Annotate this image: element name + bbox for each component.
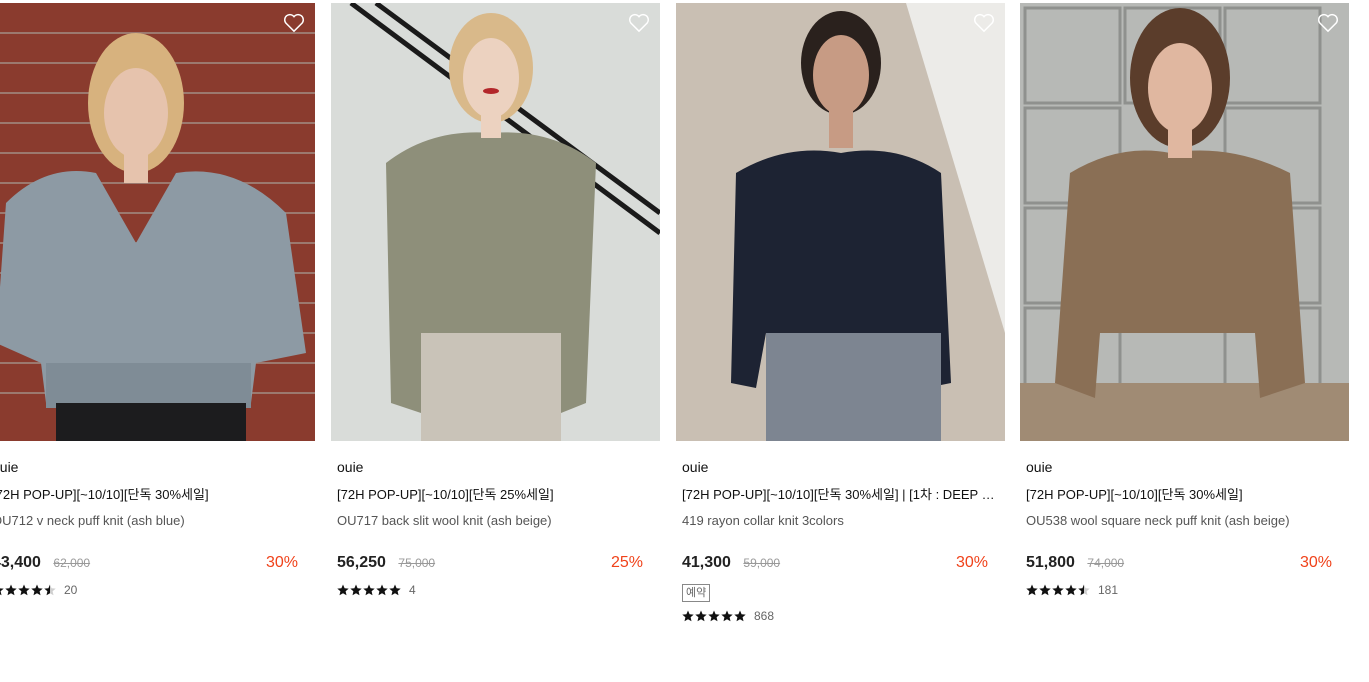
star-icon (1052, 584, 1064, 596)
sale-price: 43,400 (0, 554, 41, 571)
discount-rate: 30% (1299, 554, 1332, 571)
sale-price: 41,300 (682, 554, 731, 571)
star-icon (5, 584, 17, 596)
rating: 4 (337, 582, 655, 598)
product-name[interactable]: OU538 wool square neck puff knit (ash be… (1026, 512, 1344, 529)
rating: 868 (682, 608, 1000, 624)
product-name[interactable]: OU717 back slit wool knit (ash beige) (337, 512, 655, 529)
brand-name[interactable]: ouie (337, 458, 655, 476)
star-icon (350, 584, 362, 596)
star-icon (337, 584, 349, 596)
price-row: 56,250 75,000 25% (337, 554, 655, 576)
product-image[interactable] (676, 3, 1005, 441)
product-card[interactable]: ouie [72H POP-UP][~10/10][단독 30%세일] | [1… (676, 3, 1006, 624)
review-count: 181 (1098, 583, 1119, 597)
review-count: 20 (64, 583, 78, 597)
product-name[interactable]: OU712 v neck puff knit (ash blue) (0, 512, 310, 529)
star-icon (721, 610, 733, 622)
star-icon (695, 610, 707, 622)
review-count: 868 (754, 609, 775, 623)
star-icon (734, 610, 746, 622)
discount-rate: 30% (955, 554, 988, 571)
star-icon (1026, 584, 1038, 596)
product-title[interactable]: [72H POP-UP][~10/10][단독 30%세일] (0, 486, 310, 503)
star-rating (0, 584, 56, 596)
star-icon (682, 610, 694, 622)
price-row: 51,800 74,000 30% (1026, 554, 1344, 576)
sale-price: 56,250 (337, 554, 386, 571)
star-icon (708, 610, 720, 622)
star-icon (0, 584, 4, 596)
star-rating (1026, 584, 1090, 596)
brand-name[interactable]: ouie (0, 458, 310, 476)
product-title[interactable]: [72H POP-UP][~10/10][단독 30%세일] (1026, 486, 1344, 503)
price-row: 43,400 62,000 30% (0, 554, 310, 576)
product-card[interactable]: ouie [72H POP-UP][~10/10][단독 25%세일] OU71… (331, 3, 661, 598)
product-image[interactable] (331, 3, 660, 441)
original-price: 59,000 (743, 556, 781, 570)
wishlist-heart-icon[interactable] (283, 13, 305, 33)
original-price: 74,000 (1087, 556, 1125, 570)
sale-price: 51,800 (1026, 554, 1075, 571)
product-image[interactable] (0, 3, 315, 441)
wishlist-heart-icon[interactable] (628, 13, 650, 33)
star-rating (337, 584, 401, 596)
review-count: 4 (409, 583, 416, 597)
discount-rate: 30% (265, 554, 298, 571)
reservation-badge: 예약 (682, 584, 711, 602)
product-name[interactable]: 419 rayon collar knit 3colors (682, 512, 1000, 529)
discount-rate: 25% (610, 554, 643, 571)
brand-name[interactable]: ouie (1026, 458, 1344, 476)
product-grid: ouie [72H POP-UP][~10/10][단독 30%세일] OU71… (0, 0, 1369, 682)
rating: 20 (0, 582, 310, 598)
product-title[interactable]: [72H POP-UP][~10/10][단독 30%세일] | [1차 : D… (682, 486, 1000, 503)
star-icon (31, 584, 43, 596)
original-price: 75,000 (398, 556, 436, 570)
product-image[interactable] (1020, 3, 1349, 441)
original-price: 62,000 (53, 556, 91, 570)
price-row: 41,300 59,000 30% (682, 554, 1000, 576)
star-icon (1039, 584, 1051, 596)
product-card[interactable]: ouie [72H POP-UP][~10/10][단독 30%세일] OU71… (0, 3, 316, 598)
star-icon (44, 584, 56, 596)
rating: 181 (1026, 582, 1344, 598)
wishlist-heart-icon[interactable] (973, 13, 995, 33)
wishlist-heart-icon[interactable] (1317, 13, 1339, 33)
star-icon (376, 584, 388, 596)
star-icon (1078, 584, 1090, 596)
star-icon (1065, 584, 1077, 596)
star-icon (389, 584, 401, 596)
star-rating (682, 610, 746, 622)
star-icon (18, 584, 30, 596)
product-title[interactable]: [72H POP-UP][~10/10][단독 25%세일] (337, 486, 655, 503)
product-card[interactable]: ouie [72H POP-UP][~10/10][단독 30%세일] OU53… (1020, 3, 1350, 598)
brand-name[interactable]: ouie (682, 458, 1000, 476)
star-icon (363, 584, 375, 596)
